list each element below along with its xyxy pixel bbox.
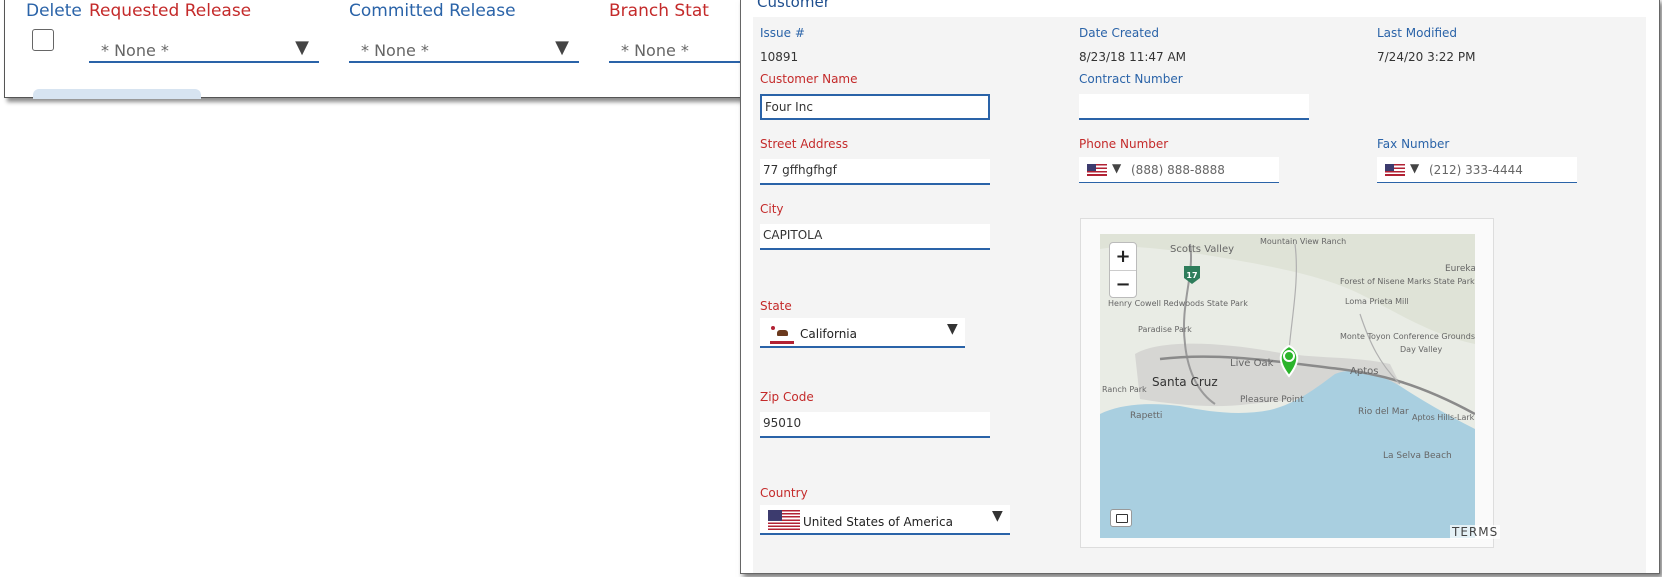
map-label-santa-cruz: Santa Cruz xyxy=(1152,375,1218,389)
svg-text:17: 17 xyxy=(1186,271,1197,280)
customer-name-input[interactable]: Four Inc xyxy=(760,94,990,120)
map-label-pleasure-point: Pleasure Point xyxy=(1240,395,1304,405)
background-form-panel: Delete Requested Release Committed Relea… xyxy=(4,0,766,99)
map-label-rapetti: Rapetti xyxy=(1130,411,1162,421)
map-canvas: 17 Mountain View Ranch Scotts Valley Eur… xyxy=(1100,234,1475,538)
map-label-mountain-view-ranch: Mountain View Ranch xyxy=(1260,237,1346,246)
committed-release-value: * None * xyxy=(361,41,429,60)
map-label-scotts-valley: Scotts Valley xyxy=(1170,244,1234,255)
map-label-live-oak: Live Oak xyxy=(1230,358,1274,369)
branch-status-select[interactable]: * None * xyxy=(609,35,749,63)
last-modified-value: 7/24/20 3:22 PM xyxy=(1377,50,1476,64)
country-code-dropdown-icon[interactable]: ▼ xyxy=(1112,161,1121,175)
contract-number-label: Contract Number xyxy=(1079,72,1183,86)
requested-release-label: Requested Release xyxy=(89,1,252,21)
map-label-rio-del-mar: Rio del Mar xyxy=(1358,407,1409,417)
phone-number-input[interactable]: ▼ (888) 888-8888 xyxy=(1079,157,1279,183)
fax-number-label: Fax Number xyxy=(1377,137,1450,151)
branch-status-value: * None * xyxy=(621,41,689,60)
delete-column-label: Delete xyxy=(26,1,82,21)
map-zoom-control: + − xyxy=(1109,242,1137,298)
country-select[interactable]: United States of America ▼ xyxy=(760,505,1010,535)
location-map[interactable]: 17 Mountain View Ranch Scotts Valley Eur… xyxy=(1100,234,1475,538)
state-select-value: California xyxy=(800,327,857,341)
branch-status-label: Branch Stat xyxy=(609,1,709,21)
state-label: State xyxy=(760,299,792,313)
city-label: City xyxy=(760,202,784,216)
contract-number-input[interactable] xyxy=(1079,94,1309,120)
zip-code-input[interactable]: 95010 xyxy=(760,412,990,438)
us-flag-icon xyxy=(768,510,800,530)
map-label-henry-cowell: Henry Cowell Redwoods State Park xyxy=(1108,299,1248,308)
map-label-aptos-hills: Aptos Hills-Larkin Valley xyxy=(1412,413,1475,422)
us-flag-icon xyxy=(1385,164,1405,176)
date-created-label: Date Created xyxy=(1079,26,1159,40)
map-label-paradise-park: Paradise Park xyxy=(1138,325,1192,334)
map-label-forest-of-nisene-marks: Forest of Nisene Marks State Park xyxy=(1340,277,1475,286)
requested-release-value: * None * xyxy=(101,41,169,60)
map-label-la-selva-beach: La Selva Beach xyxy=(1383,451,1452,461)
map-label-monte-toyon: Monte Toyon Conference Grounds xyxy=(1340,332,1475,341)
committed-release-label: Committed Release xyxy=(349,1,516,21)
map-terms-link[interactable]: TERMS xyxy=(1450,525,1501,539)
committed-release-select[interactable]: * None * ▼ xyxy=(349,35,579,63)
zoom-in-button[interactable]: + xyxy=(1110,243,1136,270)
dropdown-arrow-icon: ▼ xyxy=(555,37,569,58)
map-label-eureka: Eureka xyxy=(1445,264,1475,274)
phone-number-placeholder: (888) 888-8888 xyxy=(1131,163,1225,177)
country-code-dropdown-icon[interactable]: ▼ xyxy=(1410,161,1419,175)
city-input[interactable]: CAPITOLA xyxy=(760,224,990,250)
fax-number-placeholder: (212) 333-4444 xyxy=(1429,163,1523,177)
dropdown-arrow-icon: ▼ xyxy=(947,321,958,337)
customer-panel-title: Customer xyxy=(757,0,830,11)
country-select-value: United States of America xyxy=(803,515,953,529)
california-flag-icon xyxy=(770,325,794,344)
fax-number-input[interactable]: ▼ (212) 333-4444 xyxy=(1377,157,1577,183)
zip-code-label: Zip Code xyxy=(760,390,814,404)
street-address-input[interactable]: 77 gffhgfhgf xyxy=(760,159,990,185)
street-address-label: Street Address xyxy=(760,137,849,151)
delete-checkbox[interactable] xyxy=(32,29,54,51)
state-select[interactable]: California ▼ xyxy=(760,318,965,348)
issue-number-label: Issue # xyxy=(760,26,805,40)
map-label-ranch-park: Ranch Park xyxy=(1102,385,1147,394)
country-label: Country xyxy=(760,486,808,500)
map-label-aptos: Aptos xyxy=(1350,366,1378,377)
us-flag-icon xyxy=(1087,164,1107,176)
issue-number-value: 10891 xyxy=(760,50,799,64)
phone-number-label: Phone Number xyxy=(1079,137,1169,151)
zoom-out-button[interactable]: − xyxy=(1110,270,1136,298)
map-label-day-valley: Day Valley xyxy=(1400,345,1442,354)
partial-button[interactable] xyxy=(33,89,201,99)
customer-name-label: Customer Name xyxy=(760,72,858,86)
dropdown-arrow-icon: ▼ xyxy=(295,37,309,58)
map-label-loma-prieta-mill: Loma Prieta Mill xyxy=(1345,297,1409,306)
dropdown-arrow-icon: ▼ xyxy=(992,508,1003,524)
date-created-value: 8/23/18 11:47 AM xyxy=(1079,50,1187,64)
requested-release-select[interactable]: * None * ▼ xyxy=(89,35,319,63)
map-layers-icon[interactable] xyxy=(1110,509,1132,527)
last-modified-label: Last Modified xyxy=(1377,26,1458,40)
